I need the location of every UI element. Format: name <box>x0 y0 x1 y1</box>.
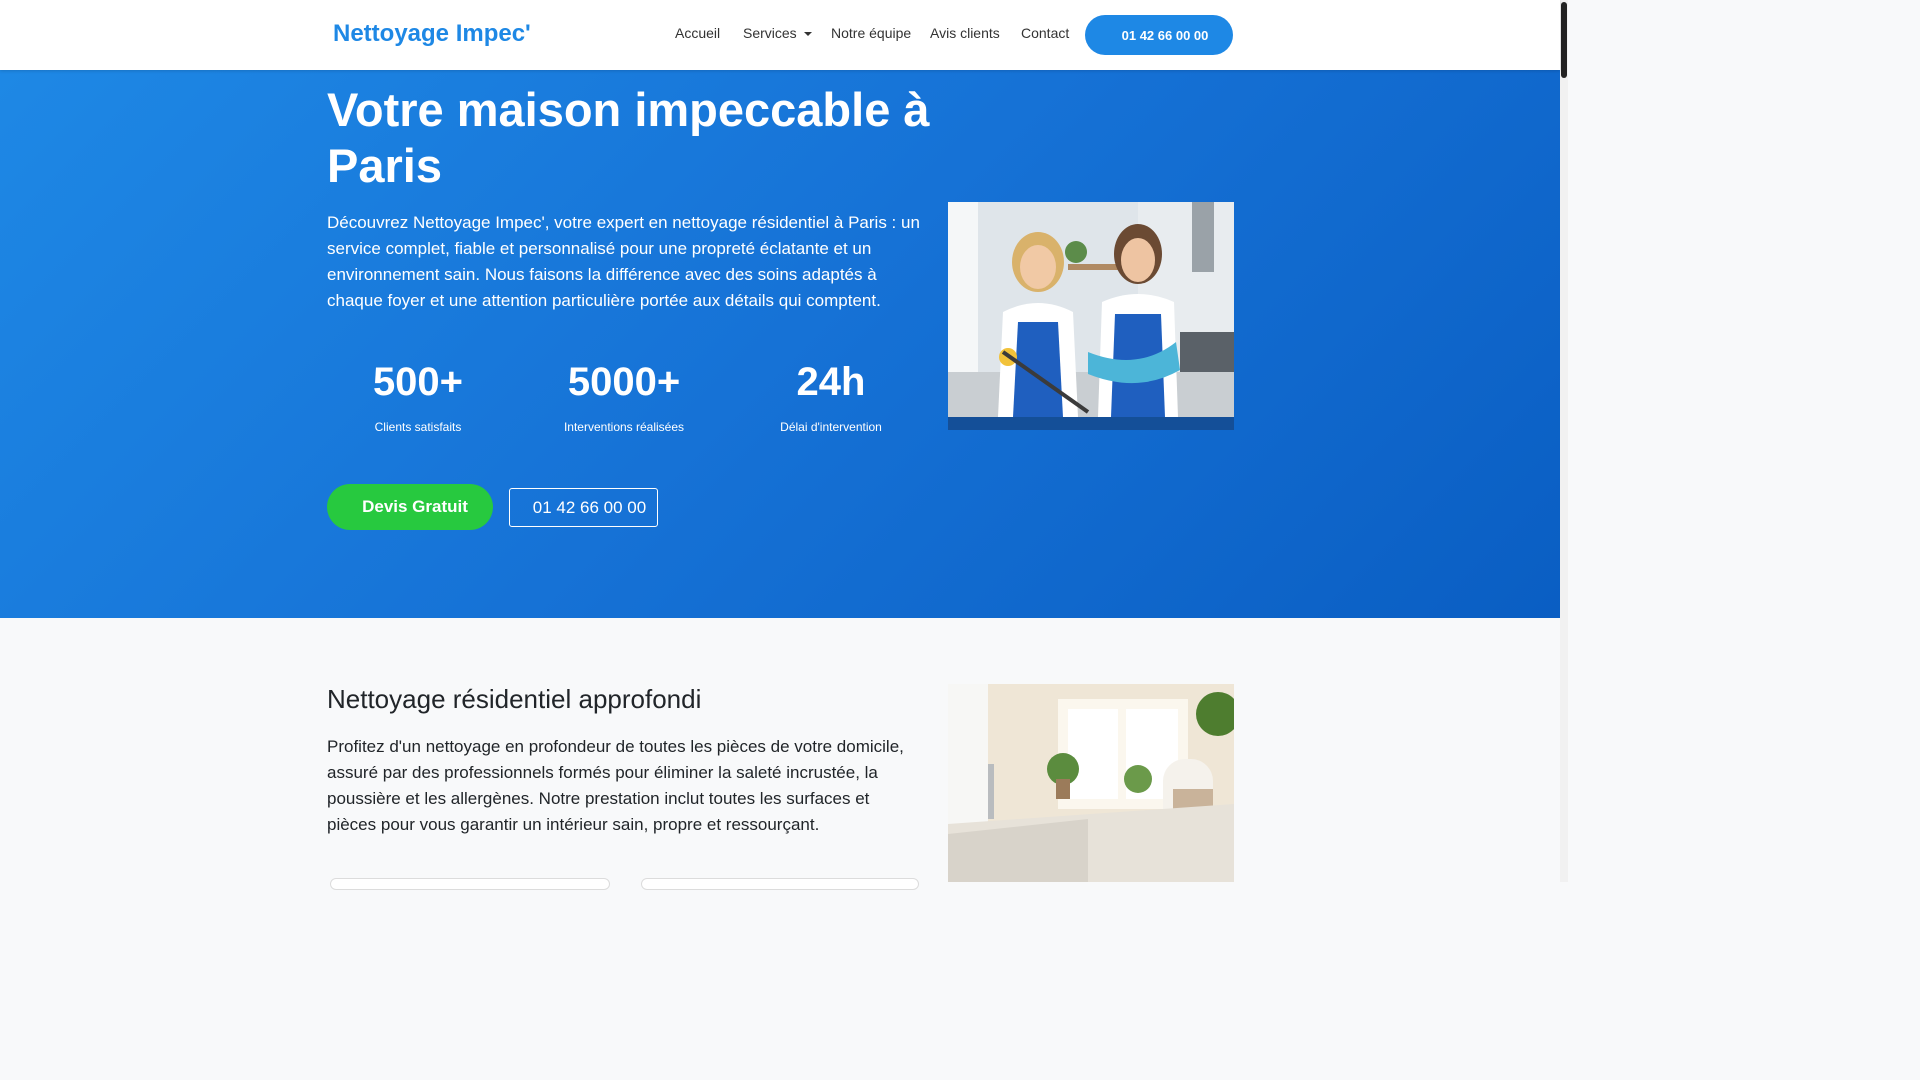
nav-link-avis[interactable]: Avis clients <box>930 25 1000 41</box>
stat-value: 5000+ <box>567 360 681 404</box>
stat-label: Clients satisfaits <box>374 420 462 434</box>
hero-description: Découvrez Nettoyage Impec', votre expert… <box>327 213 920 310</box>
nav-link-contact[interactable]: Contact <box>1021 25 1069 41</box>
nav-link-equipe[interactable]: Notre équipe <box>831 25 911 41</box>
stat-clients: 500+ Clients satisfaits <box>318 358 518 434</box>
page-scrollbar[interactable] <box>1560 0 1568 882</box>
hero-title: Votre maison impeccable à Paris <box>327 83 930 192</box>
section-description: Profitez d'un nettoyage en profondeur de… <box>327 737 904 834</box>
cleaning-team-photo <box>948 202 1234 430</box>
interior-illustration <box>948 684 1234 882</box>
devis-gratuit-button[interactable]: Devis Gratuit <box>327 484 493 530</box>
devis-gratuit-label: Devis Gratuit <box>362 497 468 516</box>
nav-link-services-label: Services <box>743 25 797 41</box>
nav-phone-button[interactable]: 01 42 66 00 00 <box>1085 15 1233 55</box>
caret-down-icon <box>803 32 812 36</box>
stat-delai: 24h Délai d'intervention <box>731 358 931 434</box>
nav-dropdown-services[interactable]: Services <box>743 25 812 41</box>
stat-value: 24h <box>796 360 866 404</box>
top-navbar: Nettoyage Impec' Accueil Services Notre … <box>0 0 1560 70</box>
nav-phone-label: 01 42 66 00 00 <box>1121 27 1209 43</box>
cleaning-team-illustration <box>948 202 1234 430</box>
scrollbar-thumb[interactable] <box>1561 2 1567 78</box>
feature-card <box>641 878 919 890</box>
hero-phone-label: 01 42 66 00 00 <box>532 497 647 517</box>
stat-value: 500+ <box>372 360 464 404</box>
feature-card <box>330 878 610 890</box>
stat-label: Délai d'intervention <box>780 420 882 434</box>
stat-label: Interventions réalisées <box>563 420 685 434</box>
bright-interior-photo <box>948 684 1234 882</box>
stat-interventions: 5000+ Interventions réalisées <box>524 358 724 434</box>
hero-phone-button[interactable]: 01 42 66 00 00 <box>509 488 658 527</box>
brand-logo[interactable]: Nettoyage Impec' <box>333 20 531 48</box>
hero-section: Votre maison impeccable à Paris Découvre… <box>0 70 1560 618</box>
section-title: Nettoyage résidentiel approfondi <box>327 684 702 714</box>
nav-link-accueil[interactable]: Accueil <box>675 25 720 41</box>
